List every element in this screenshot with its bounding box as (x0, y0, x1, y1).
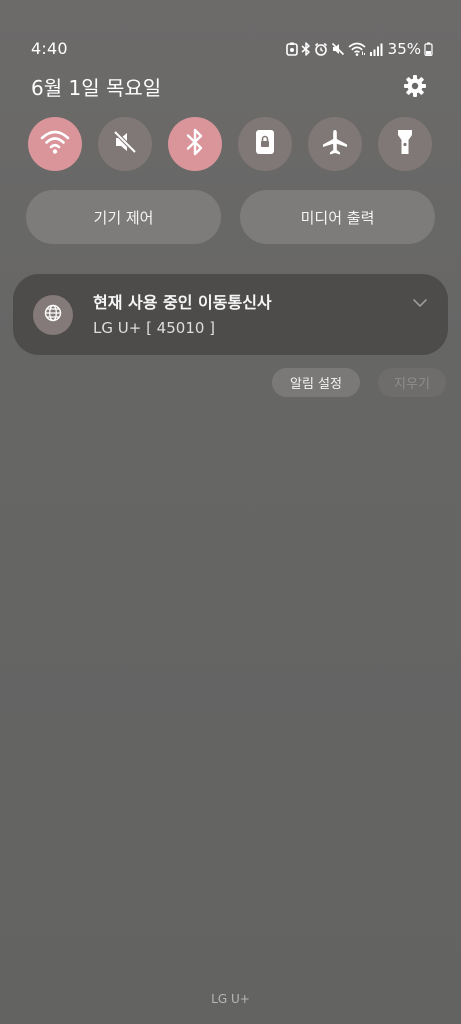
wifi-icon (348, 42, 366, 56)
notification-app-icon (33, 295, 73, 335)
date-label: 6월 1일 목요일 (31, 76, 162, 100)
carrier-notification[interactable]: 현재 사용 중인 이동통신사 LG U+ [ 45010 ] (13, 274, 448, 355)
signal-icon (369, 43, 383, 56)
qs-sound-toggle[interactable] (98, 117, 152, 171)
mute-icon (331, 42, 345, 56)
device-control-button[interactable]: 기기 제어 (26, 190, 221, 244)
qs-wifi-toggle[interactable] (28, 117, 82, 171)
qs-flashlight-toggle[interactable] (378, 117, 432, 171)
battery-percent: 35% (387, 40, 421, 58)
status-bar: 4:40 35% (0, 0, 461, 60)
notification-settings-button[interactable]: 알림 설정 (272, 368, 360, 397)
gear-icon (403, 74, 427, 102)
portrait-lock-icon (254, 129, 276, 159)
flashlight-icon (395, 127, 415, 161)
bluetooth-icon (301, 42, 311, 56)
media-output-button[interactable]: 미디어 출력 (240, 190, 435, 244)
sound-mute-icon (112, 129, 138, 159)
status-icons: 35% (285, 38, 433, 60)
wifi-icon (40, 129, 70, 159)
qs-bluetooth-toggle[interactable] (168, 117, 222, 171)
notification-title: 현재 사용 중인 이동통신사 (93, 293, 272, 312)
battery-icon (424, 42, 433, 56)
screenshot-icon (285, 42, 298, 56)
qs-portrait-lock-toggle[interactable] (238, 117, 292, 171)
carrier-label: LG U+ (211, 992, 250, 1006)
notification-body: LG U+ [ 45010 ] (93, 319, 216, 337)
globe-icon (44, 304, 62, 326)
airplane-icon (321, 128, 349, 160)
chevron-down-icon[interactable] (412, 294, 428, 307)
status-time: 4:40 (31, 39, 68, 58)
alarm-icon (314, 42, 328, 56)
clear-button[interactable]: 지우기 (378, 368, 446, 397)
settings-button[interactable] (400, 73, 430, 103)
bluetooth-icon (185, 127, 205, 161)
qs-airplane-toggle[interactable] (308, 117, 362, 171)
